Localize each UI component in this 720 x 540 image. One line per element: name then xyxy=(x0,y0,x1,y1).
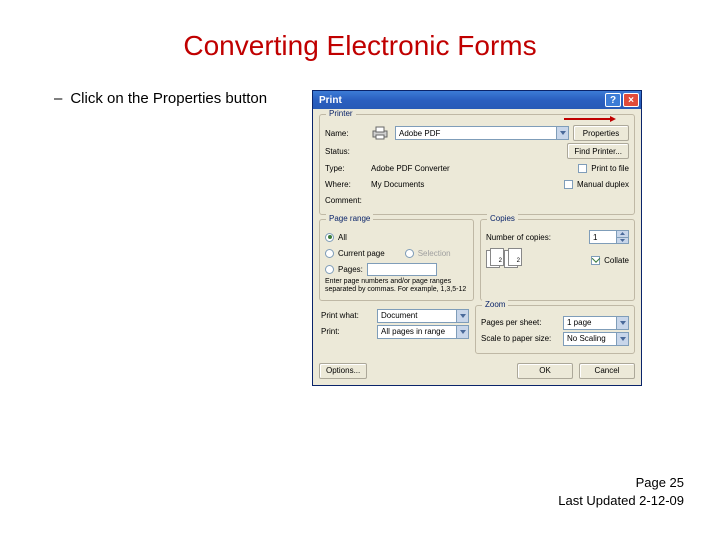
num-copies-input[interactable]: 1 xyxy=(589,230,629,244)
cancel-button[interactable]: Cancel xyxy=(579,363,635,379)
page-range-label: Page range xyxy=(326,214,373,223)
type-value: Adobe PDF Converter xyxy=(371,164,574,173)
all-radio[interactable] xyxy=(325,233,334,242)
close-button[interactable]: × xyxy=(623,93,639,107)
all-label: All xyxy=(338,233,347,242)
print-to-file-label: Print to file xyxy=(591,164,629,173)
page-range-group: Page range All Current page Selection Pa… xyxy=(319,219,474,301)
scale-label: Scale to paper size: xyxy=(481,334,559,343)
printer-name-value: Adobe PDF xyxy=(399,129,440,138)
chevron-down-icon xyxy=(556,127,568,139)
zoom-group: Zoom Pages per sheet: 1 page Scale to pa… xyxy=(475,305,635,354)
where-value: My Documents xyxy=(371,180,560,189)
name-label: Name: xyxy=(325,129,367,138)
dialog-titlebar: Print ? × xyxy=(313,91,641,109)
printer-group-label: Printer xyxy=(326,109,356,118)
print-value: All pages in range xyxy=(381,327,445,336)
bullet-item: – Click on the Properties button xyxy=(40,90,300,107)
current-page-label: Current page xyxy=(338,249,385,258)
collate-preview-icon: 12 12 xyxy=(486,248,520,270)
print-what-label: Print what: xyxy=(321,311,373,320)
pages-per-sheet-label: Pages per sheet: xyxy=(481,318,559,327)
copies-group-label: Copies xyxy=(487,214,518,223)
comment-label: Comment: xyxy=(325,196,367,205)
pages-per-sheet-select[interactable]: 1 page xyxy=(563,316,629,330)
properties-button[interactable]: Properties xyxy=(573,125,629,141)
print-dialog: Print ? × Printer Name: xyxy=(312,90,642,386)
pages-radio[interactable] xyxy=(325,265,334,274)
scale-value: No Scaling xyxy=(567,334,606,343)
chevron-down-icon xyxy=(456,310,468,322)
page-number: Page 25 xyxy=(558,474,684,492)
callout-arrow-icon xyxy=(564,116,616,122)
current-page-radio[interactable] xyxy=(325,249,334,258)
bullet-dash: – xyxy=(54,90,62,107)
num-copies-label: Number of copies: xyxy=(486,233,551,242)
dialog-title: Print xyxy=(319,95,603,106)
pages-hint: Enter page numbers and/or page ranges se… xyxy=(325,278,468,295)
slide-footer: Page 25 Last Updated 2-12-09 xyxy=(558,474,684,510)
pages-label: Pages: xyxy=(338,265,363,274)
printer-group: Printer Name: Adobe PDF Properties xyxy=(319,114,635,215)
pages-input[interactable] xyxy=(367,263,437,276)
type-label: Type: xyxy=(325,164,367,173)
chevron-down-icon xyxy=(616,333,628,345)
num-copies-value: 1 xyxy=(593,233,597,242)
ok-button[interactable]: OK xyxy=(517,363,573,379)
status-label: Status: xyxy=(325,147,367,156)
zoom-group-label: Zoom xyxy=(482,300,508,309)
selection-label: Selection xyxy=(418,249,451,258)
pages-per-sheet-value: 1 page xyxy=(567,318,591,327)
printer-name-select[interactable]: Adobe PDF xyxy=(395,126,569,140)
manual-duplex-label: Manual duplex xyxy=(577,180,629,189)
chevron-down-icon xyxy=(616,317,628,329)
where-label: Where: xyxy=(325,180,367,189)
print-to-file-checkbox[interactable] xyxy=(578,164,587,173)
print-select[interactable]: All pages in range xyxy=(377,325,469,339)
print-label: Print: xyxy=(321,327,373,336)
collate-label: Collate xyxy=(604,256,629,265)
manual-duplex-checkbox[interactable] xyxy=(564,180,573,189)
printer-icon xyxy=(371,126,389,140)
find-printer-button[interactable]: Find Printer... xyxy=(567,143,629,159)
help-button[interactable]: ? xyxy=(605,93,621,107)
bullet-text: Click on the Properties button xyxy=(70,90,267,107)
print-what-value: Document xyxy=(381,311,417,320)
scale-select[interactable]: No Scaling xyxy=(563,332,629,346)
collate-checkbox[interactable] xyxy=(591,256,600,265)
last-updated: Last Updated 2-12-09 xyxy=(558,492,684,510)
slide-title: Converting Electronic Forms xyxy=(40,30,680,62)
options-button[interactable]: Options... xyxy=(319,363,367,379)
copies-group: Copies Number of copies: 1 xyxy=(480,219,635,301)
spinner-icon[interactable] xyxy=(616,231,628,243)
selection-radio[interactable] xyxy=(405,249,414,258)
print-what-select[interactable]: Document xyxy=(377,309,469,323)
chevron-down-icon xyxy=(456,326,468,338)
